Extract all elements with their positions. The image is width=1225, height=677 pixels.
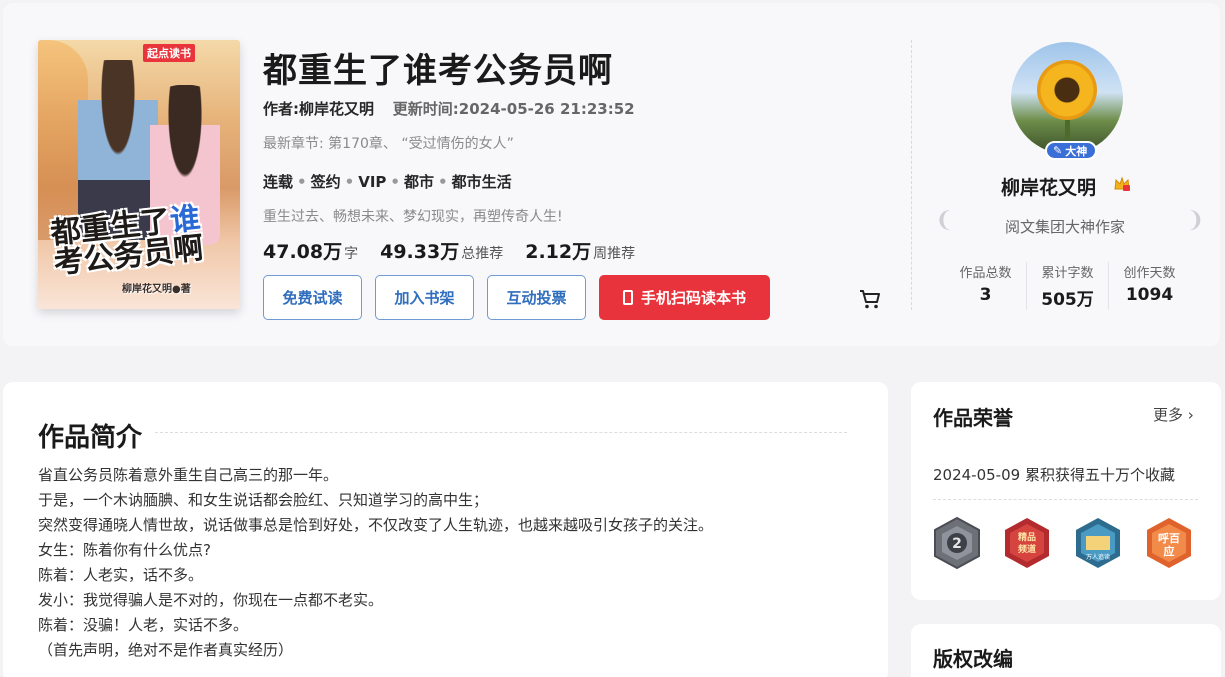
update-time: 更新时间:2024-05-26 21:23:52 [392,100,635,118]
intro-heading-divider [155,432,847,433]
intro-line: 省直公务员陈着意外重生自己高三的那一年。 [38,466,339,484]
book-actions: 免费试读 加入书架 互动投票 手机扫码读本书 [263,275,770,320]
book-cover-image[interactable]: 起点读书 都重生了谁 考公务员啊 柳岸花又明●著 [38,40,240,309]
author-works-count: 作品总数 3 [959,266,1012,305]
honor-divider [933,499,1198,500]
latest-chapter-link[interactable]: 最新章节: 第170章、 “受过情伤的女人” [263,133,514,153]
scan-to-read-button[interactable]: 手机扫码读本书 [599,275,770,320]
author-title: 阅文集团大神作家 [1004,218,1125,236]
cart-icon[interactable] [858,288,882,310]
book-slogan: 重生过去、畅想未来、梦幻现实，再塑传奇人生! [263,209,563,225]
feather-icon: ✎ [1053,144,1063,157]
medal-level-2-icon[interactable]: 2 [931,516,983,570]
intro-line: （首先声明，绝对不是作者真实经历） [38,641,294,659]
total-recommend-stat: 49.33万 总推荐 [380,241,504,263]
svg-text:精品: 精品 [1018,531,1036,543]
author-writing-days: 创作天数 1094 [1108,262,1190,310]
medal-response-icon[interactable]: 呼百 应 [1143,516,1195,570]
svg-text:应: 应 [1164,544,1175,558]
svg-text:呼百: 呼百 [1158,531,1180,545]
honor-heading: 作品荣誉 [933,406,1013,430]
chevron-right-icon: › [1183,406,1194,424]
header-divider [911,40,912,310]
crown-icon [1114,176,1130,191]
author-name[interactable]: 柳岸花又明 [1001,173,1096,200]
phone-icon [622,290,633,305]
svg-text:频道: 频道 [1018,543,1036,555]
intro-line: 突然变得通晓人情世故，说话做事总是恰到好处，不仅改变了人生轨迹，也越来越吸引女孩… [38,516,714,534]
intro-heading: 作品简介 [38,423,143,453]
free-read-button[interactable]: 免费试读 [263,275,362,320]
laurel-right-icon: ❩ [1186,208,1205,233]
book-tags: 连载 • 签约 • VIP • 都市 • 都市生活 [263,173,512,191]
author-level-badge: ✎ 大神 [1045,141,1098,160]
intro-line: 女生：陈着你有什么优点? [38,541,211,559]
tag-item: 签约 [310,173,341,191]
svg-text:万人追读: 万人追读 [1086,553,1110,561]
intro-line: 陈着：人老实，话不多。 [38,566,204,584]
book-title: 都重生了谁考公务员啊 [263,51,613,91]
cover-brand-logo: 起点读书 [143,44,195,62]
add-to-shelf-button[interactable]: 加入书架 [375,275,474,320]
tag-item: VIP [358,173,387,191]
honor-item: 2024-05-09 累积获得五十万个收藏 [933,466,1175,484]
intro-line: 发小：我觉得骗人是不对的，你现在一点都不老实。 [38,591,384,609]
intro-line: 于是，一个木讷腼腆、和女生说话都会脸红、只知道学习的高中生； [38,491,489,509]
svg-text:2: 2 [952,536,962,552]
cover-author-text: 柳岸花又明●著 [122,284,191,295]
intro-text: 省直公务员陈着意外重生自己高三的那一年。 于是，一个木讷腼腆、和女生说话都会脸红… [38,463,713,663]
author-total-words: 累计字数 505万 [1026,262,1108,310]
copyright-heading: 版权改编 [933,647,1013,671]
tag-item[interactable]: 都市生活 [452,173,512,191]
honor-more-link[interactable]: 更多 › [1153,404,1194,425]
tag-item: 连载 [263,173,294,191]
scan-to-read-label: 手机扫码读本书 [640,289,746,307]
intro-line: 陈着：没骗！人老，实话不多。 [38,616,249,634]
tag-item[interactable]: 都市 [404,173,434,191]
author-link[interactable]: 作者:柳岸花又明 [263,100,374,118]
book-stats: 47.08万字 49.33万 总推荐 2.12万 周推荐 [263,237,635,264]
author-avatar[interactable] [1011,42,1123,154]
book-meta: 作者:柳岸花又明 更新时间:2024-05-26 21:23:52 [263,98,635,119]
medal-popular-icon[interactable]: 万人追读 [1072,516,1124,570]
medal-featured-icon[interactable]: 精品 频道 [1001,516,1053,570]
word-count-stat: 47.08万字 [263,241,359,263]
weekly-recommend-stat: 2.12万 周推荐 [525,241,636,263]
vote-button[interactable]: 互动投票 [487,275,586,320]
author-stats: 作品总数 3 累计字数 505万 创作天数 1094 [945,262,1190,310]
